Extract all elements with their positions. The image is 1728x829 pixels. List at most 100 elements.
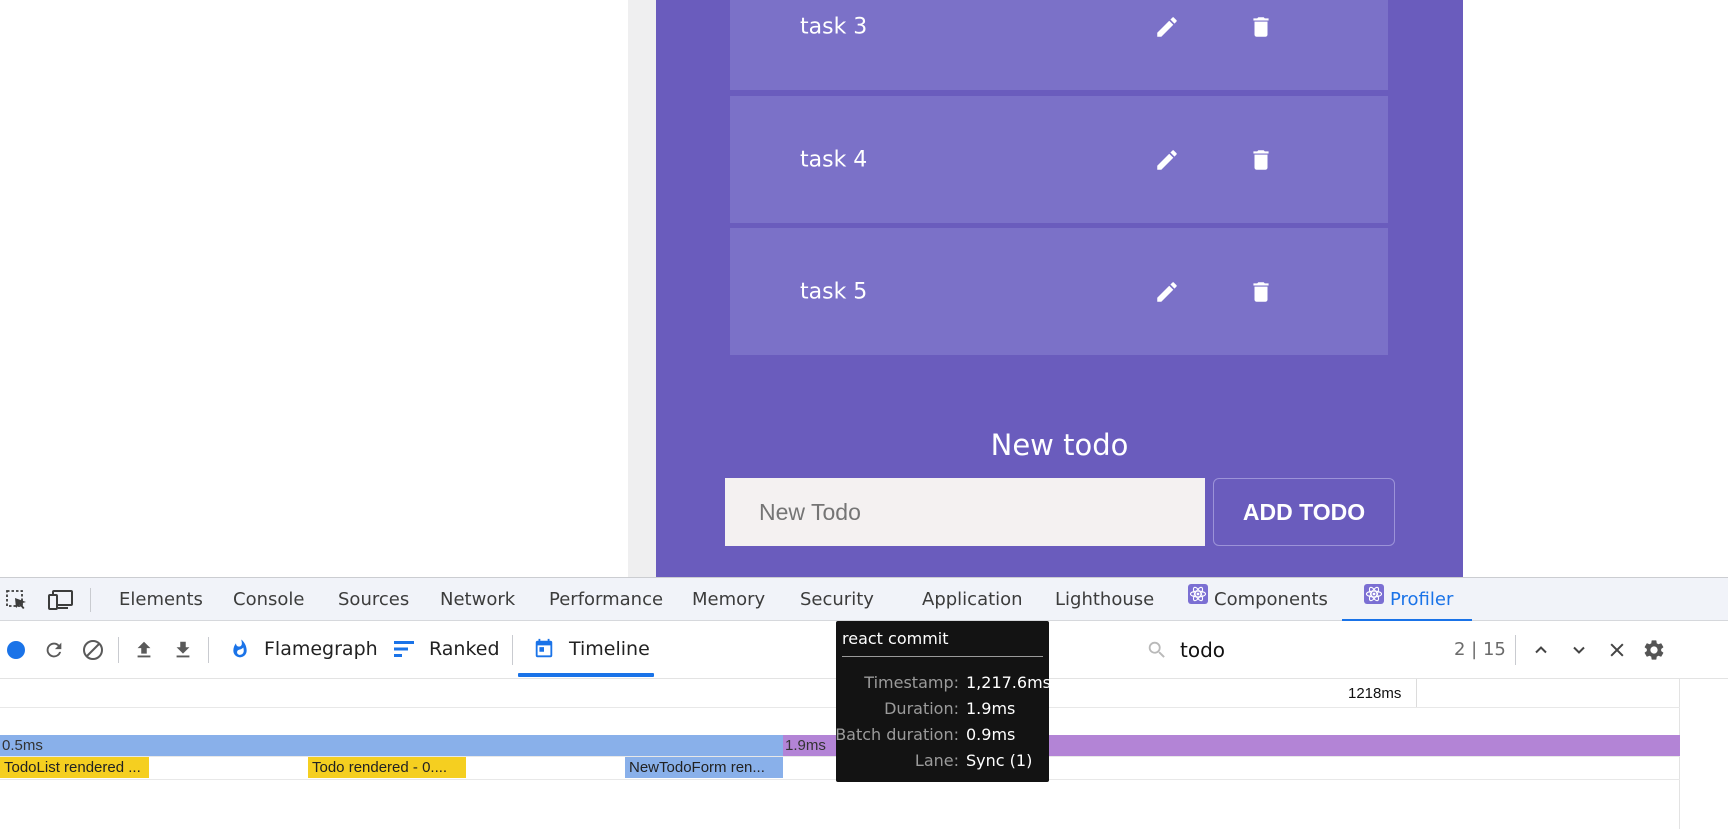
reload-and-profile-button[interactable] — [41, 637, 67, 663]
trash-icon — [1253, 149, 1269, 170]
tab-sources[interactable]: Sources — [338, 578, 409, 621]
upload-icon — [137, 641, 151, 658]
record-button[interactable] — [3, 637, 29, 663]
devtools-tab-bar: Elements Console Sources Network Perform… — [0, 577, 1728, 622]
close-icon — [1610, 643, 1624, 657]
commit-bar[interactable]: 0.5ms — [0, 735, 783, 756]
trash-icon — [1253, 281, 1269, 302]
tooltip-title: react commit — [842, 629, 949, 648]
edit-todo-button[interactable] — [1152, 277, 1182, 307]
component-render-bar[interactable]: Todo rendered - 0.... — [308, 757, 466, 778]
component-render-bar[interactable]: TodoList rendered ... — [0, 757, 149, 778]
tab-lighthouse[interactable]: Lighthouse — [1055, 578, 1154, 621]
tooltip-row: Duration: 1.9ms — [836, 699, 1049, 721]
tab-security[interactable]: Security — [800, 578, 874, 621]
view-flamegraph-label: Flamegraph — [264, 638, 378, 660]
view-ranked-label: Ranked — [429, 638, 500, 660]
tooltip-row: Timestamp: 1,217.6ms — [836, 673, 1051, 695]
trash-icon — [1253, 16, 1269, 37]
delete-todo-button[interactable] — [1246, 145, 1276, 175]
view-ranked[interactable]: Ranked — [393, 621, 500, 677]
search-result-count: 2 | 15 — [1454, 639, 1506, 660]
calendar-icon — [535, 638, 553, 658]
time-tick-label: 1218ms — [1348, 685, 1402, 702]
toolbar-divider — [90, 588, 91, 612]
time-tick-mark — [1416, 679, 1417, 707]
search-icon — [1148, 641, 1165, 658]
tooltip-row: Batch duration: 0.9ms — [835, 725, 1049, 747]
delete-todo-button[interactable] — [1246, 277, 1276, 307]
tab-console[interactable]: Console — [233, 578, 304, 621]
todo-label: task 4 — [800, 147, 868, 172]
react-icon — [1364, 577, 1384, 620]
timeline-search-input[interactable] — [1180, 635, 1430, 665]
new-todo-input[interactable] — [725, 478, 1205, 546]
active-view-indicator — [518, 673, 654, 677]
tab-profiler[interactable]: Profiler — [1364, 578, 1453, 621]
tooltip-value: 1,217.6ms — [966, 673, 1051, 692]
view-timeline-label: Timeline — [569, 638, 650, 660]
tab-elements[interactable]: Elements — [119, 578, 203, 621]
toolbar-divider — [1515, 635, 1516, 665]
tooltip-key: Lane: — [914, 751, 959, 770]
gear-icon — [1644, 640, 1664, 660]
pencil-icon — [1157, 16, 1177, 37]
toolbar-divider — [208, 637, 209, 663]
new-todo-title: New todo — [990, 428, 1129, 462]
page-gutter — [628, 0, 656, 577]
save-profile-button[interactable] — [170, 637, 196, 663]
tab-performance[interactable]: Performance — [549, 578, 663, 621]
tooltip-value: 1.9ms — [966, 699, 1016, 718]
page-viewport: task 3 task 4 task 5 New todo New Todo A… — [0, 0, 1728, 577]
device-toolbar-button[interactable] — [47, 588, 75, 612]
tab-components-label: Components — [1214, 589, 1328, 610]
tooltip-divider — [842, 656, 1043, 657]
tooltip-row: Lane: Sync (1) — [836, 751, 1049, 773]
flame-icon — [233, 639, 247, 658]
tooltip-key: Timestamp: — [864, 673, 959, 692]
delete-todo-button[interactable] — [1246, 12, 1276, 42]
clear-search-button[interactable] — [1604, 637, 1630, 663]
tooltip-value: 0.9ms — [966, 725, 1016, 744]
inspect-element-button[interactable] — [3, 588, 31, 612]
reload-icon — [46, 642, 62, 658]
todo-item: task 3 — [730, 0, 1388, 90]
previous-result-button[interactable] — [1528, 637, 1554, 663]
view-flamegraph[interactable]: Flamegraph — [230, 621, 378, 677]
load-profile-button[interactable] — [131, 637, 157, 663]
edit-todo-button[interactable] — [1152, 12, 1182, 42]
todo-label: task 5 — [800, 279, 868, 304]
tab-application[interactable]: Application — [922, 578, 1023, 621]
commit-tooltip: react commit Timestamp: 1,217.6ms Durati… — [835, 621, 1051, 782]
pencil-icon — [1157, 149, 1177, 170]
profiler-settings-button[interactable] — [1641, 637, 1667, 663]
chevron-up-icon — [1535, 646, 1547, 654]
download-icon — [176, 641, 190, 658]
todo-app: task 3 task 4 task 5 New todo New Todo A… — [656, 0, 1463, 577]
search-button — [1144, 637, 1170, 663]
view-timeline[interactable]: Timeline — [533, 621, 650, 677]
chevron-down-icon — [1573, 646, 1585, 654]
todo-label: task 3 — [800, 14, 868, 39]
toolbar-divider — [512, 635, 513, 665]
device-toggle-icon — [48, 590, 73, 610]
todo-item: task 4 — [730, 96, 1388, 223]
tab-network[interactable]: Network — [440, 578, 515, 621]
inspect-icon — [6, 590, 26, 609]
toolbar-divider — [118, 637, 119, 663]
edit-todo-button[interactable] — [1152, 145, 1182, 175]
tooltip-value: Sync (1) — [966, 751, 1033, 770]
tab-profiler-label: Profiler — [1390, 589, 1454, 610]
clear-profile-button[interactable] — [80, 637, 106, 663]
record-icon — [7, 641, 25, 659]
add-todo-button[interactable]: ADD TODO — [1213, 478, 1395, 546]
tooltip-key: Batch duration: — [835, 725, 959, 744]
todo-item: task 5 — [730, 228, 1388, 355]
ranked-icon — [394, 641, 414, 657]
tab-components[interactable]: Components — [1188, 578, 1328, 621]
tab-memory[interactable]: Memory — [692, 578, 765, 621]
pencil-icon — [1157, 281, 1177, 302]
next-result-button[interactable] — [1566, 637, 1592, 663]
tooltip-key: Duration: — [884, 699, 959, 718]
component-render-bar[interactable]: NewTodoForm ren... — [625, 757, 783, 778]
